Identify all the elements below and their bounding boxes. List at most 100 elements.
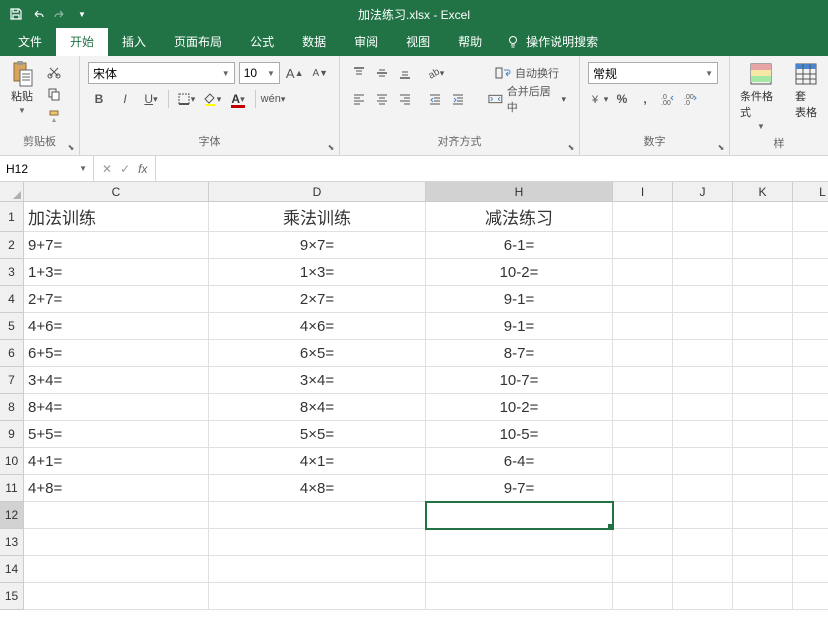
tab-formulas[interactable]: 公式 [236, 27, 288, 56]
tab-review[interactable]: 审阅 [340, 27, 392, 56]
cell-L12[interactable] [793, 502, 828, 529]
underline-button[interactable]: U▾ [140, 88, 162, 110]
number-format-combo[interactable]: 常规▼ [588, 62, 718, 84]
cell-L8[interactable] [793, 394, 828, 421]
cell-K13[interactable] [733, 529, 793, 556]
cell-K11[interactable] [733, 475, 793, 502]
cell-K3[interactable] [733, 259, 793, 286]
cell-C8[interactable]: 8+4= [24, 394, 209, 421]
bold-button[interactable]: B [88, 88, 110, 110]
col-header-J[interactable]: J [673, 182, 733, 202]
cell-H15[interactable] [426, 583, 613, 610]
cell-I2[interactable] [613, 232, 673, 259]
cell-C4[interactable]: 2+7= [24, 286, 209, 313]
cell-D5[interactable]: 4×6= [209, 313, 426, 340]
row-header-1[interactable]: 1 [0, 202, 24, 232]
cell-H13[interactable] [426, 529, 613, 556]
cell-D13[interactable] [209, 529, 426, 556]
tab-file[interactable]: 文件 [4, 27, 56, 56]
name-box-input[interactable] [6, 162, 66, 176]
cell-D7[interactable]: 3×4= [209, 367, 426, 394]
cell-C5[interactable]: 4+6= [24, 313, 209, 340]
col-header-K[interactable]: K [733, 182, 793, 202]
cell-H1[interactable]: 减法练习 [426, 202, 613, 232]
cell-J4[interactable] [673, 286, 733, 313]
col-header-C[interactable]: C [24, 182, 209, 202]
cell-L9[interactable] [793, 421, 828, 448]
cell-C12[interactable] [24, 502, 209, 529]
alignment-launcher[interactable]: ⬊ [565, 141, 577, 153]
align-bottom-button[interactable] [394, 62, 416, 84]
cell-H6[interactable]: 8-7= [426, 340, 613, 367]
cell-I12[interactable] [613, 502, 673, 529]
cell-K15[interactable] [733, 583, 793, 610]
cell-C7[interactable]: 3+4= [24, 367, 209, 394]
cell-J6[interactable] [673, 340, 733, 367]
increase-decimal-button[interactable]: .0.00 [657, 88, 679, 110]
col-header-L[interactable]: L [793, 182, 828, 202]
cell-C10[interactable]: 4+1= [24, 448, 209, 475]
cut-button[interactable] [44, 62, 64, 82]
cell-K10[interactable] [733, 448, 793, 475]
cell-J2[interactable] [673, 232, 733, 259]
number-launcher[interactable]: ⬊ [715, 141, 727, 153]
cell-I4[interactable] [613, 286, 673, 313]
cell-H4[interactable]: 9-1= [426, 286, 613, 313]
format-table-button[interactable]: 套 表格 [790, 60, 822, 122]
row-header-9[interactable]: 9 [0, 421, 24, 448]
cell-J3[interactable] [673, 259, 733, 286]
paste-button[interactable]: 粘贴 ▼ [6, 60, 38, 117]
cell-D1[interactable]: 乘法训练 [209, 202, 426, 232]
cell-K1[interactable] [733, 202, 793, 232]
font-launcher[interactable]: ⬊ [325, 141, 337, 153]
cell-J5[interactable] [673, 313, 733, 340]
tab-data[interactable]: 数据 [288, 27, 340, 56]
cell-H9[interactable]: 10-5= [426, 421, 613, 448]
col-header-D[interactable]: D [209, 182, 426, 202]
cell-H11[interactable]: 9-7= [426, 475, 613, 502]
cell-L13[interactable] [793, 529, 828, 556]
row-header-14[interactable]: 14 [0, 556, 24, 583]
tab-page-layout[interactable]: 页面布局 [160, 27, 236, 56]
decrease-decimal-button[interactable]: .00.0 [680, 88, 702, 110]
row-header-11[interactable]: 11 [0, 475, 24, 502]
tell-me-search[interactable]: 操作说明搜索 [496, 27, 608, 56]
cell-J1[interactable] [673, 202, 733, 232]
cell-I6[interactable] [613, 340, 673, 367]
cell-K2[interactable] [733, 232, 793, 259]
cell-C3[interactable]: 1+3= [24, 259, 209, 286]
cell-H12[interactable] [426, 502, 613, 529]
cell-C1[interactable]: 加法训练 [24, 202, 209, 232]
cell-C15[interactable] [24, 583, 209, 610]
select-all-corner[interactable] [0, 182, 24, 202]
row-header-15[interactable]: 15 [0, 583, 24, 610]
cell-D11[interactable]: 4×8= [209, 475, 426, 502]
cell-C2[interactable]: 9+7= [24, 232, 209, 259]
cell-J12[interactable] [673, 502, 733, 529]
cell-L7[interactable] [793, 367, 828, 394]
enter-formula-button[interactable]: ✓ [120, 162, 130, 176]
cell-L5[interactable] [793, 313, 828, 340]
increase-indent-button[interactable] [447, 88, 469, 110]
cancel-formula-button[interactable]: ✕ [102, 162, 112, 176]
row-header-5[interactable]: 5 [0, 313, 24, 340]
italic-button[interactable]: I [114, 88, 136, 110]
cell-I1[interactable] [613, 202, 673, 232]
cell-L15[interactable] [793, 583, 828, 610]
cell-L1[interactable] [793, 202, 828, 232]
cell-H8[interactable]: 10-2= [426, 394, 613, 421]
cell-K12[interactable] [733, 502, 793, 529]
qat-customize-icon[interactable]: ▼ [74, 6, 90, 22]
cell-C6[interactable]: 6+5= [24, 340, 209, 367]
cell-J10[interactable] [673, 448, 733, 475]
row-header-13[interactable]: 13 [0, 529, 24, 556]
cell-I13[interactable] [613, 529, 673, 556]
row-header-6[interactable]: 6 [0, 340, 24, 367]
cell-L3[interactable] [793, 259, 828, 286]
cell-H2[interactable]: 6-1= [426, 232, 613, 259]
cell-I5[interactable] [613, 313, 673, 340]
cell-D15[interactable] [209, 583, 426, 610]
cell-D3[interactable]: 1×3= [209, 259, 426, 286]
font-size-combo[interactable]: 10▼ [239, 62, 280, 84]
cell-K5[interactable] [733, 313, 793, 340]
